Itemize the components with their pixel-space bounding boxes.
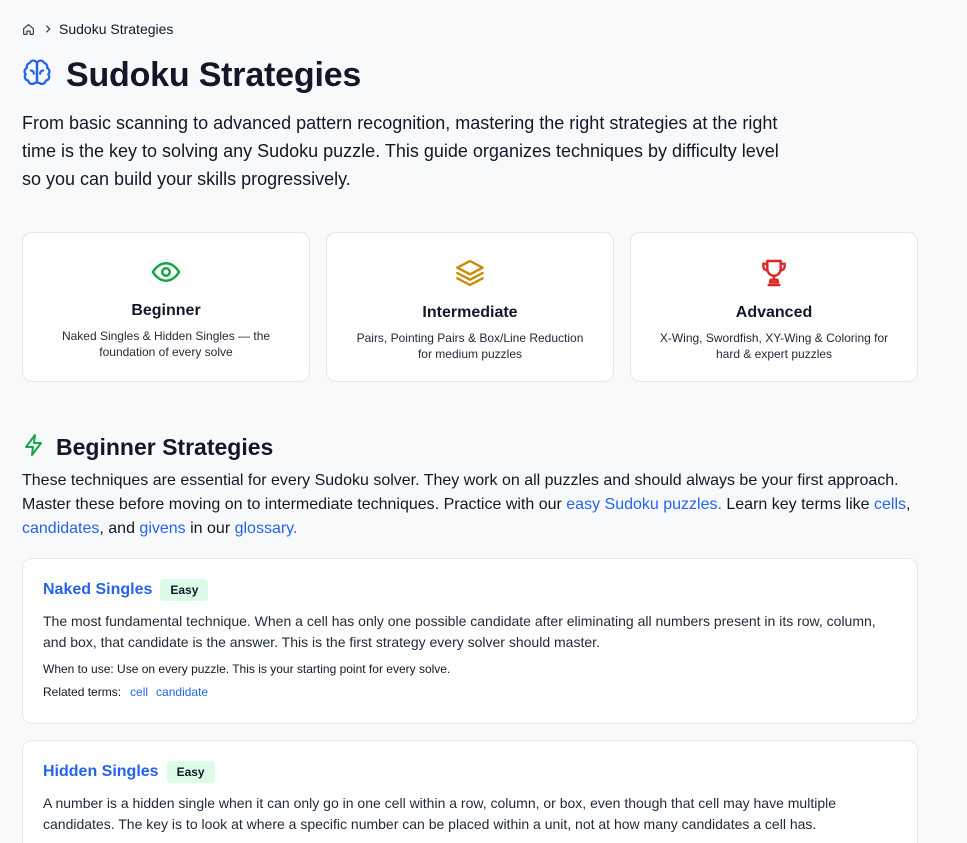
breadcrumb-current: Sudoku Strategies [59,21,174,37]
strategy-card-hidden-singles: Hidden Singles Easy A number is a hidden… [22,740,918,843]
chevron-right-icon [43,24,53,34]
related-terms-label: Related terms: [43,685,122,699]
strategy-title-link[interactable]: Hidden Singles [43,763,159,781]
glossary-link[interactable]: glossary. [235,520,298,537]
section-text: in our [185,520,235,537]
page-title: Sudoku Strategies [66,56,362,94]
section-text: , [906,496,911,513]
difficulty-badge: Easy [166,761,215,783]
section-description: These techniques are essential for every… [22,469,922,541]
strategy-description: The most fundamental technique. When a c… [43,613,876,650]
section-header-beginner: Beginner Strategies [22,432,273,463]
card-title: Intermediate [422,304,518,321]
card-beginner[interactable]: Beginner Naked Singles & Hidden Singles … [22,232,310,382]
card-title: Beginner [131,302,201,319]
related-terms: Related terms: cell candidate [43,685,897,699]
card-description: Naked Singles & Hidden Singles — the fou… [61,329,271,359]
cells-link[interactable]: cells [874,496,906,513]
term-link-candidate[interactable]: candidate [156,685,208,699]
card-description: Pairs, Pointing Pairs & Box/Line Reducti… [356,331,584,361]
easy-puzzles-link[interactable]: easy Sudoku puzzles. [566,496,722,513]
layers-icon [454,257,486,294]
zap-icon [22,432,46,463]
eye-icon [151,257,181,292]
strategy-header: Hidden Singles Easy [43,761,897,783]
page: Sudoku Strategies Sudoku Strategies From… [0,0,967,843]
section-title: Beginner Strategies [56,434,274,460]
term-link-cell[interactable]: cell [130,685,148,699]
strategy-header: Naked Singles Easy [43,579,897,601]
difficulty-badge: Easy [160,579,209,601]
difficulty-cards: Beginner Naked Singles & Hidden Singles … [22,232,918,382]
card-description: X-Wing, Swordfish, XY-Wing & Coloring fo… [659,331,889,361]
page-intro: From basic scanning to advanced pattern … [22,113,779,189]
strategy-title-link[interactable]: Naked Singles [43,581,152,599]
card-advanced[interactable]: Advanced X-Wing, Swordfish, XY-Wing & Co… [630,232,918,382]
trophy-icon [758,257,790,294]
card-title: Advanced [735,304,813,321]
strategy-card-naked-singles: Naked Singles Easy The most fundamental … [22,558,918,724]
givens-link[interactable]: givens [139,520,185,537]
card-intermediate[interactable]: Intermediate Pairs, Pointing Pairs & Box… [326,232,614,382]
section-text: , and [99,520,140,537]
section-text: Learn key terms like [721,496,874,513]
home-icon[interactable] [22,23,35,36]
page-header: Sudoku Strategies [22,56,361,95]
strategy-description: A number is a hidden single when it can … [43,795,837,832]
brain-icon [22,58,52,93]
breadcrumb: Sudoku Strategies [22,21,173,37]
strategy-when-to-use: When to use: Use on every puzzle. This i… [43,662,451,676]
candidates-link[interactable]: candidates [22,520,99,537]
